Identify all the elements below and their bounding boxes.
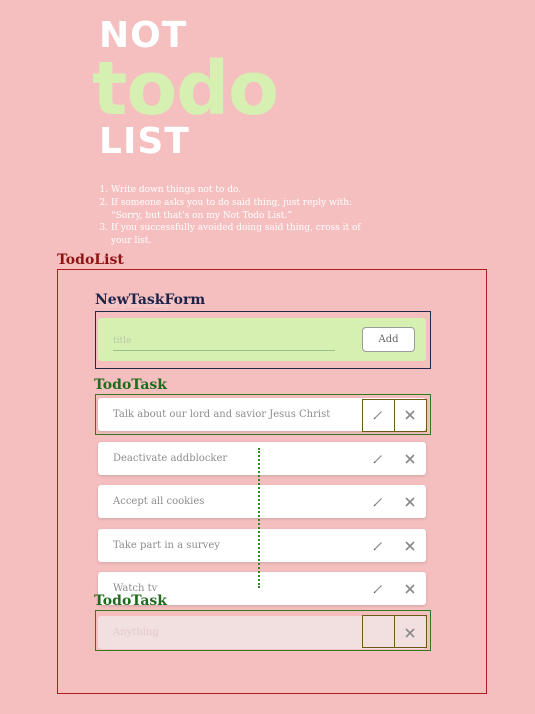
close-icon xyxy=(405,496,415,507)
delete-button-highlight xyxy=(394,615,427,648)
delete-button[interactable] xyxy=(394,442,426,475)
close-icon xyxy=(405,583,415,594)
edit-button[interactable] xyxy=(362,442,394,475)
rule-item: If you successfully avoided doing said t… xyxy=(111,222,371,248)
close-icon xyxy=(405,453,415,464)
close-icon xyxy=(405,540,415,551)
task-text: Take part in a survey xyxy=(113,540,220,551)
repeat-indicator-line xyxy=(258,448,260,588)
edit-button-highlight xyxy=(362,615,395,648)
edit-button[interactable] xyxy=(362,529,394,562)
pencil-icon xyxy=(373,584,382,593)
newtaskform-annotation-box xyxy=(95,311,431,369)
task-card: Accept all cookies xyxy=(98,485,426,518)
rule-item: Write down things not to do. xyxy=(111,184,371,197)
delete-button-highlight xyxy=(394,399,427,432)
edit-button[interactable] xyxy=(362,485,394,518)
task-card: Take part in a survey xyxy=(98,529,426,562)
task-card: Deactivate addblocker xyxy=(98,442,426,475)
pencil-icon xyxy=(373,454,382,463)
rule-item: If someone asks you to do said thing, ju… xyxy=(111,197,371,223)
rules-list: Write down things not to do. If someone … xyxy=(97,184,371,248)
todotask-annotation-label: TodoTask xyxy=(94,377,168,393)
delete-button[interactable] xyxy=(394,529,426,562)
pencil-icon xyxy=(373,541,382,550)
edit-button-highlight xyxy=(362,399,395,432)
task-text: Accept all cookies xyxy=(113,496,205,507)
delete-button[interactable] xyxy=(394,485,426,518)
todotask-annotation-label: TodoTask xyxy=(94,593,168,609)
edit-button[interactable] xyxy=(362,572,394,605)
todolist-annotation-label: TodoList xyxy=(57,252,124,268)
hero-todo: todo xyxy=(92,46,279,132)
hero-list: LIST xyxy=(99,121,190,162)
task-text: Deactivate addblocker xyxy=(113,453,228,464)
newtaskform-annotation-label: NewTaskForm xyxy=(95,292,206,308)
delete-button[interactable] xyxy=(394,572,426,605)
pencil-icon xyxy=(373,497,382,506)
